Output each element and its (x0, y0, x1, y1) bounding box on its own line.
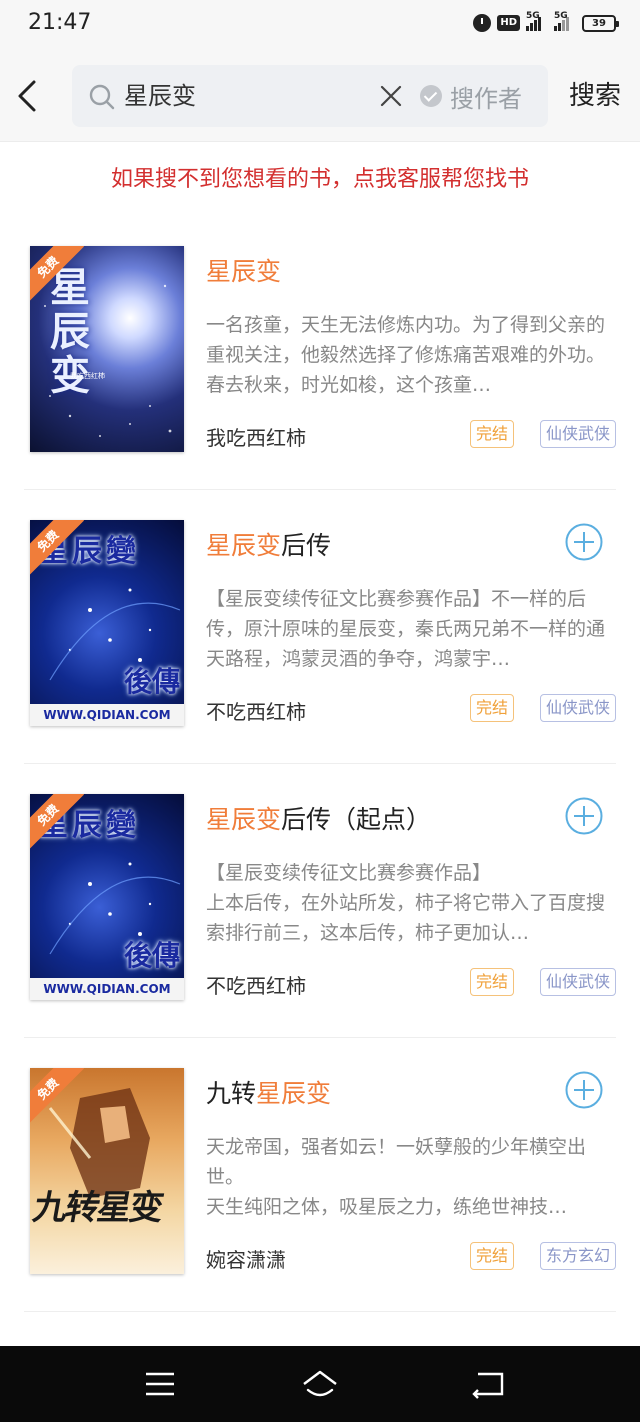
book-author: 婉容潇潇 (206, 1248, 286, 1272)
clear-icon[interactable] (378, 83, 404, 109)
cover-subtitle: 後傳 (123, 939, 180, 972)
add-to-shelf-icon[interactable] (564, 522, 604, 562)
book-cover[interactable]: 九转星变 免费 (30, 1068, 184, 1274)
book-title-prefix: 九转 (206, 1079, 257, 1108)
genre-badge: 东方玄幻 (539, 1242, 616, 1270)
search-author-toggle[interactable]: 搜作者 (420, 65, 522, 127)
book-item[interactable]: 星辰變 後傳 WWW.QIDIAN.COM 免费 星辰变后传 【星辰变续传征文比… (24, 490, 616, 764)
book-cover[interactable]: 星辰變 後傳 WWW.QIDIAN.COM 免费 (30, 520, 184, 726)
back-button[interactable] (10, 74, 50, 118)
book-cover[interactable]: 星辰变 我吃西红柿 免费 (30, 246, 184, 452)
book-title-highlight: 星辰变 (206, 531, 282, 560)
menu-icon[interactable] (140, 1364, 180, 1404)
genre-badge: 仙侠武侠 (539, 420, 616, 448)
system-nav-bar (0, 1346, 640, 1422)
signal-label: 5G (526, 11, 540, 21)
search-icon (89, 84, 115, 110)
book-list: 星辰变 我吃西红柿 免费 星辰变 一名孩童，天生无法修炼内功。为了得到父亲的重视… (0, 216, 640, 1372)
book-author: 我吃西红柿 (206, 426, 306, 450)
cover-title: 九转星变 (30, 1188, 165, 1228)
back-nav-icon[interactable] (468, 1364, 508, 1404)
search-input[interactable] (124, 65, 364, 127)
back-arrow-icon (18, 80, 36, 112)
cover-subtitle: 後傳 (123, 665, 180, 698)
cover-author: 我吃西红柿 (70, 372, 105, 380)
signal-icon-2: 5G (554, 11, 576, 31)
book-title-highlight: 星辰变 (206, 257, 282, 286)
book-title[interactable]: 九转星辰变 (206, 1074, 331, 1110)
book-author: 不吃西红柿 (206, 700, 306, 724)
status-badge: 完结 (470, 420, 515, 448)
cover-url: WWW.QIDIAN.COM (30, 978, 184, 1000)
status-badge: 完结 (470, 1242, 515, 1270)
alarm-icon (473, 14, 492, 32)
add-to-shelf-icon[interactable] (564, 796, 604, 836)
book-description: 【星辰变续传征文比赛参赛作品】 上本后传，在外站所发，柿子将它带入了百度搜索排行… (206, 862, 606, 944)
book-title[interactable]: 星辰变后传（起点） (206, 800, 431, 836)
help-banner-link[interactable]: 如果搜不到您想看的书，点我客服帮您找书 (0, 160, 640, 200)
search-button[interactable]: 搜索 (556, 65, 634, 127)
status-bar: 21:47 HD 5G 5G 39 (0, 0, 640, 52)
book-item[interactable]: 星辰变 我吃西红柿 免费 星辰变 一名孩童，天生无法修炼内功。为了得到父亲的重视… (24, 216, 616, 490)
battery-icon: 39 (582, 14, 619, 32)
book-description: 天龙帝国，强者如云！一妖孽般的少年横空出世。 天生纯阳之体，吸星辰之力，练绝世神… (206, 1136, 587, 1218)
book-title-highlight: 星辰变 (206, 805, 282, 834)
book-cover[interactable]: 星辰變 後傳 WWW.QIDIAN.COM 免费 (30, 794, 184, 1000)
status-time: 21:47 (28, 10, 92, 35)
signal-label-2: 5G (554, 11, 568, 21)
book-author: 不吃西红柿 (206, 974, 306, 998)
signal-icon: 5G (526, 11, 548, 31)
status-badge: 完结 (470, 968, 515, 996)
book-item[interactable]: 星辰變 後傳 WWW.QIDIAN.COM 免费 星辰变后传（起点） 【星辰变续… (24, 764, 616, 1038)
search-header: 搜作者 搜索 (0, 52, 640, 142)
home-icon[interactable] (300, 1364, 340, 1404)
search-box[interactable]: 搜作者 (72, 65, 548, 127)
status-icons: HD 5G 5G 39 (473, 11, 619, 32)
book-title-rest: 后传 (281, 531, 332, 560)
book-title-highlight: 星辰变 (256, 1079, 332, 1108)
book-title[interactable]: 星辰变 (206, 252, 281, 288)
add-to-shelf-icon[interactable] (564, 1070, 604, 1110)
book-title[interactable]: 星辰变后传 (206, 526, 331, 562)
genre-badge: 仙侠武侠 (539, 968, 616, 996)
genre-badge: 仙侠武侠 (539, 694, 616, 722)
book-item[interactable]: 九转星变 免费 九转星辰变 天龙帝国，强者如云！一妖孽般的少年横空出世。 天生纯… (24, 1038, 616, 1312)
check-circle-icon (420, 85, 442, 107)
hd-icon: HD (497, 15, 520, 31)
book-title-rest: 后传（起点） (281, 805, 432, 834)
cover-url: WWW.QIDIAN.COM (30, 704, 184, 726)
book-description: 【星辰变续传征文比赛参赛作品】不一样的后传，原汁原味的星辰变，秦氏两兄弟不一样的… (206, 588, 606, 670)
status-badge: 完结 (470, 694, 515, 722)
book-description: 一名孩童，天生无法修炼内功。为了得到父亲的重视关注，他毅然选择了修炼痛苦艰难的外… (206, 314, 606, 396)
search-author-label: 搜作者 (450, 84, 522, 113)
